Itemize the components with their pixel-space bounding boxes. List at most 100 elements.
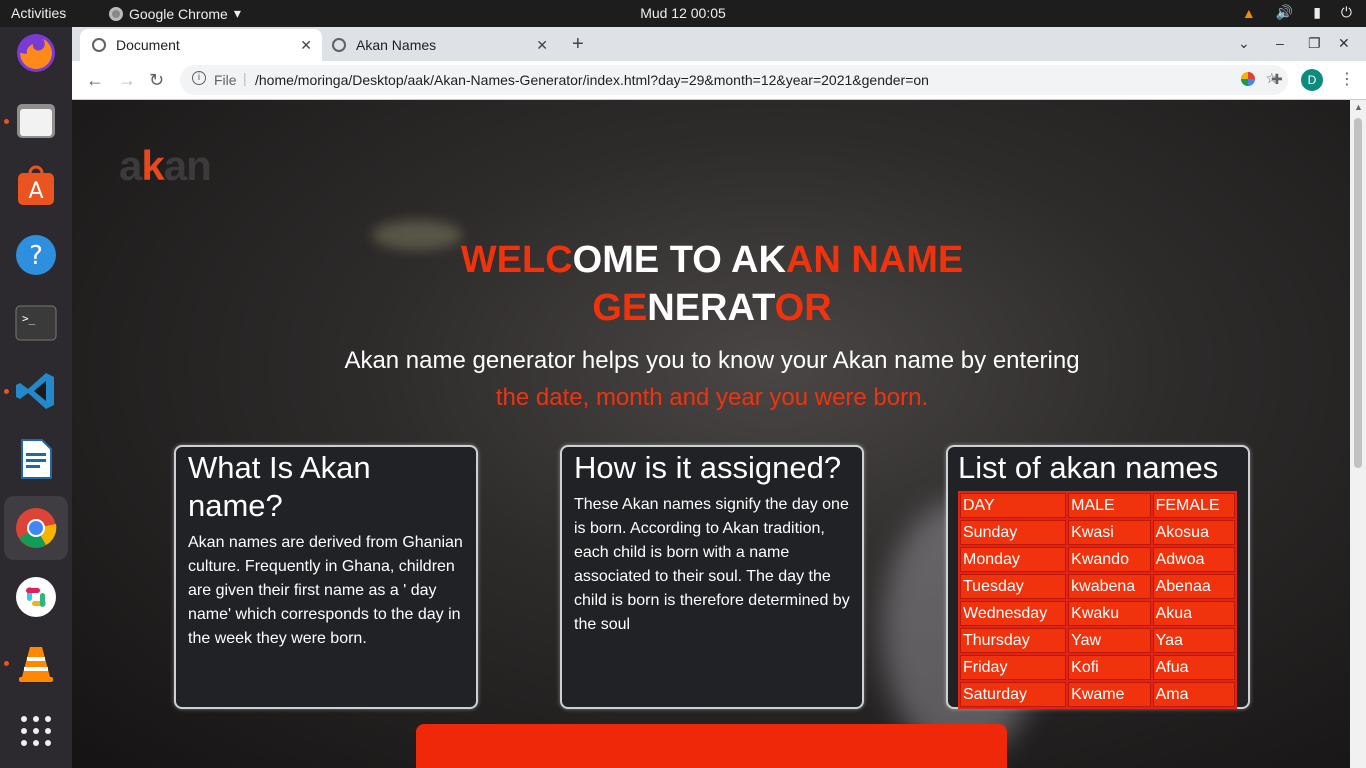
table-cell: Friday xyxy=(960,655,1067,680)
akan-names-table: DAY MALE FEMALE Sunday Kwasi Akosua Mond… xyxy=(958,491,1237,709)
card-text: These Akan names signify the day one is … xyxy=(574,496,850,633)
tab-close-icon[interactable]: ✕ xyxy=(300,37,312,54)
restore-icon[interactable]: ❐ xyxy=(1308,35,1321,52)
divider: | xyxy=(243,70,247,86)
chrome-dock-icon[interactable] xyxy=(4,496,68,560)
tab-search-icon[interactable]: ⌄ xyxy=(1238,35,1250,52)
browser-chrome: Document ✕ Akan Names ✕ + ⌄ – ❐ ✕ ← → ↻ … xyxy=(72,27,1366,100)
forward-icon[interactable]: → xyxy=(118,70,136,91)
software-store-icon[interactable]: A xyxy=(12,163,60,211)
reload-icon[interactable]: ↻ xyxy=(149,70,164,91)
address-bar[interactable]: i File | /home/moringa/Desktop/aak/Akan-… xyxy=(180,65,1288,95)
logo-part: a xyxy=(119,142,142,189)
terminal-icon[interactable]: >_ xyxy=(12,299,60,347)
browser-toolbar: ← → ↻ i File | /home/moringa/Desktop/aak… xyxy=(72,61,1366,100)
globe-icon xyxy=(92,38,106,52)
page-subtitle: Akan name generator helps you to know yo… xyxy=(222,342,1202,416)
scroll-up-icon[interactable]: ▲ xyxy=(1354,102,1363,112)
running-indicator xyxy=(4,389,9,394)
table-cell: Sunday xyxy=(960,520,1067,545)
table-row: Tuesday kwabena Abenaa xyxy=(960,574,1235,599)
table-row: Friday Kofi Afua xyxy=(960,655,1235,680)
table-cell: Kwaku xyxy=(1068,601,1151,626)
card-title: How is it assigned? xyxy=(574,450,842,485)
form-section xyxy=(416,724,1007,768)
running-indicator xyxy=(4,119,9,124)
power-menu-icon[interactable]: ⏻ xyxy=(1341,4,1352,21)
files-icon[interactable] xyxy=(12,97,60,145)
slack-icon[interactable] xyxy=(12,573,60,621)
table-cell: Kwame xyxy=(1068,682,1151,707)
vscode-icon[interactable] xyxy=(12,367,60,415)
minimize-icon[interactable]: – xyxy=(1276,35,1284,51)
table-cell: Tuesday xyxy=(960,574,1067,599)
tab-akan-names[interactable]: Akan Names ✕ xyxy=(322,29,558,61)
scrollbar-thumb[interactable] xyxy=(1354,118,1362,468)
app-menu-label: Google Chrome xyxy=(129,5,228,22)
running-indicator xyxy=(4,661,9,666)
title-segment: OME TO AK xyxy=(572,239,786,281)
table-cell: Abenaa xyxy=(1152,574,1235,599)
tab-document[interactable]: Document ✕ xyxy=(80,29,322,61)
chrome-icon xyxy=(109,6,123,21)
table-cell: Akua xyxy=(1152,601,1235,626)
site-logo[interactable]: akan xyxy=(119,142,212,190)
logo-part: k xyxy=(141,142,164,189)
firefox-icon[interactable] xyxy=(12,29,60,77)
title-segment: GE xyxy=(592,287,648,329)
activities-button[interactable]: Activities xyxy=(11,5,66,21)
system-top-bar: Activities Google Chrome ▾ Mud 12 00:05 … xyxy=(0,0,1366,27)
new-tab-icon[interactable]: + xyxy=(572,33,584,56)
card-text: Akan names are derived from Ghanian cult… xyxy=(188,534,463,647)
how-assigned-card: How is it assigned? These Akan names sig… xyxy=(560,445,864,709)
title-segment: NERAT xyxy=(647,287,775,329)
table-cell: Kwando xyxy=(1068,547,1151,572)
profile-avatar[interactable]: D xyxy=(1301,69,1323,91)
volume-icon[interactable]: 🔊 xyxy=(1276,4,1293,21)
table-cell: Ama xyxy=(1152,682,1235,707)
table-row: Saturday Kwame Ama xyxy=(960,682,1235,707)
page-viewport: akan WELCOME TO AKAN NAME GENERATOR Akan… xyxy=(72,100,1350,768)
menu-kebab-icon[interactable]: ⋮ xyxy=(1339,69,1355,89)
vlc-icon[interactable] xyxy=(12,639,60,687)
system-tray[interactable]: ▲ 🔊 ▮ ⏻ xyxy=(1242,4,1352,21)
table-cell: kwabena xyxy=(1068,574,1151,599)
writer-icon[interactable] xyxy=(12,435,60,483)
table-row: Sunday Kwasi Akosua xyxy=(960,520,1235,545)
table-row: Monday Kwando Adwoa xyxy=(960,547,1235,572)
table-cell: Adwoa xyxy=(1152,547,1235,572)
tab-title: Akan Names xyxy=(356,37,437,53)
tab-close-icon[interactable]: ✕ xyxy=(536,37,548,54)
table-cell: Afua xyxy=(1152,655,1235,680)
card-title: What Is Akan name? xyxy=(188,450,371,523)
svg-text:A: A xyxy=(28,179,43,204)
scheme-label: File xyxy=(214,72,237,88)
app-menu[interactable]: Google Chrome ▾ xyxy=(109,5,241,22)
show-applications-icon[interactable] xyxy=(12,707,60,755)
color-extension-icon[interactable] xyxy=(1240,71,1256,92)
svg-text:?: ? xyxy=(29,241,43,271)
page-title: WELCOME TO AKAN NAME GENERATOR xyxy=(322,236,1102,332)
table-header: MALE xyxy=(1068,493,1151,518)
table-cell: Kwasi xyxy=(1068,520,1151,545)
battery-icon[interactable]: ▮ xyxy=(1313,4,1321,21)
close-window-icon[interactable]: ✕ xyxy=(1338,35,1350,52)
chevron-down-icon: ▾ xyxy=(233,5,241,21)
table-row: Wednesday Kwaku Akua xyxy=(960,601,1235,626)
what-is-akan-card: What Is Akan name? Akan names are derive… xyxy=(174,445,478,709)
back-icon[interactable]: ← xyxy=(86,70,104,91)
title-segment: OR xyxy=(774,287,832,329)
table-cell: Monday xyxy=(960,547,1067,572)
info-icon[interactable]: i xyxy=(192,71,206,85)
table-cell: Akosua xyxy=(1152,520,1235,545)
table-cell: Wednesday xyxy=(960,601,1067,626)
subtitle-line-2: the date, month and year you were born. xyxy=(495,384,929,411)
vlc-tray-icon[interactable]: ▲ xyxy=(1242,5,1256,21)
svg-text:>_: >_ xyxy=(22,312,36,325)
card-title: List of akan names xyxy=(958,450,1219,485)
extensions-puzzle-icon[interactable]: ✚ xyxy=(1271,71,1283,88)
url-text[interactable]: /home/moringa/Desktop/aak/Akan-Names-Gen… xyxy=(255,72,929,88)
page-scrollbar[interactable]: ▲ xyxy=(1350,100,1366,768)
help-icon[interactable]: ? xyxy=(12,231,60,279)
table-cell: Saturday xyxy=(960,682,1067,707)
